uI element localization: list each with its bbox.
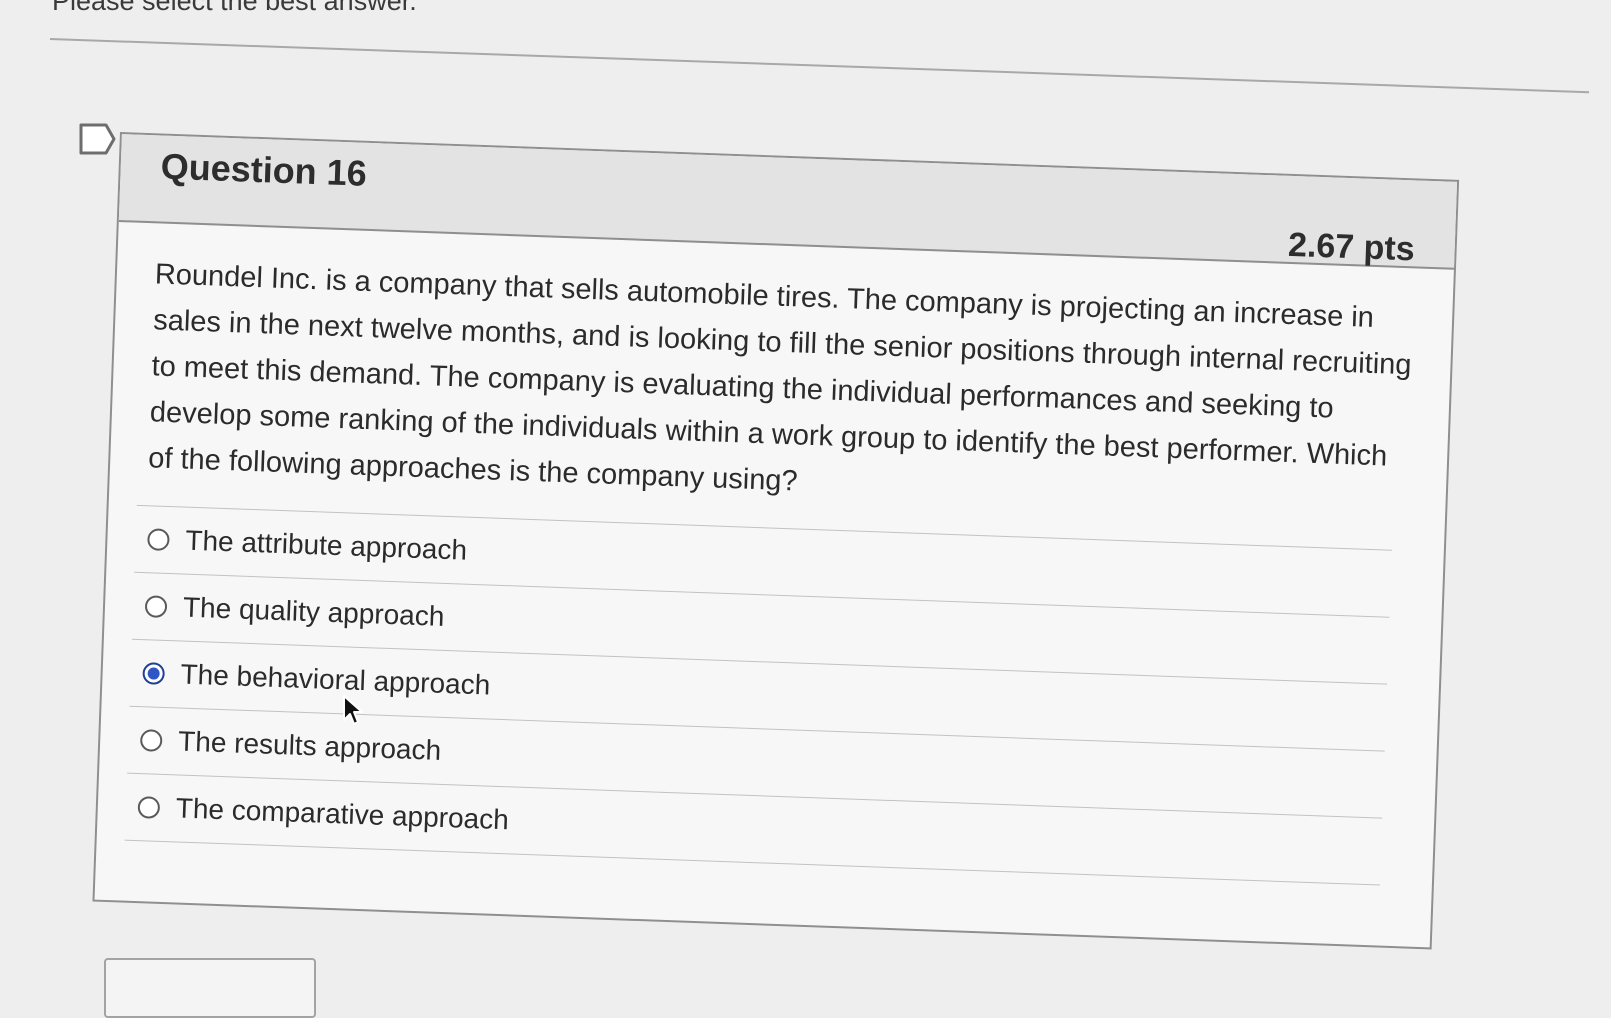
divider	[49, 38, 1590, 94]
answer-label[interactable]: The behavioral approach	[180, 659, 491, 702]
answer-label[interactable]: The results approach	[178, 725, 442, 766]
flag-icon[interactable]	[78, 122, 118, 156]
question-points: 2.67 pts	[1287, 225, 1416, 269]
radio-button[interactable]	[144, 595, 168, 618]
radio-button[interactable]	[137, 796, 161, 819]
answer-list: The attribute approach The quality appro…	[124, 504, 1392, 886]
instruction-text: Please select the best answer.	[52, 0, 417, 16]
mouse-pointer-icon	[343, 695, 363, 725]
question-header: Question 16 2.67 pts	[118, 134, 1458, 270]
question-card: Question 16 2.67 pts Roundel Inc. is a c…	[92, 132, 1460, 950]
answer-label[interactable]: The comparative approach	[175, 792, 509, 836]
answer-label[interactable]: The quality approach	[182, 592, 444, 633]
question-text: Roundel Inc. is a company that sells aut…	[147, 258, 1413, 498]
next-button[interactable]	[104, 958, 316, 1018]
radio-button[interactable]	[147, 528, 170, 552]
radio-button-selected[interactable]	[142, 662, 166, 685]
question-title: Question 16	[160, 145, 368, 194]
radio-button[interactable]	[139, 729, 163, 752]
answer-label[interactable]: The attribute approach	[185, 525, 468, 567]
